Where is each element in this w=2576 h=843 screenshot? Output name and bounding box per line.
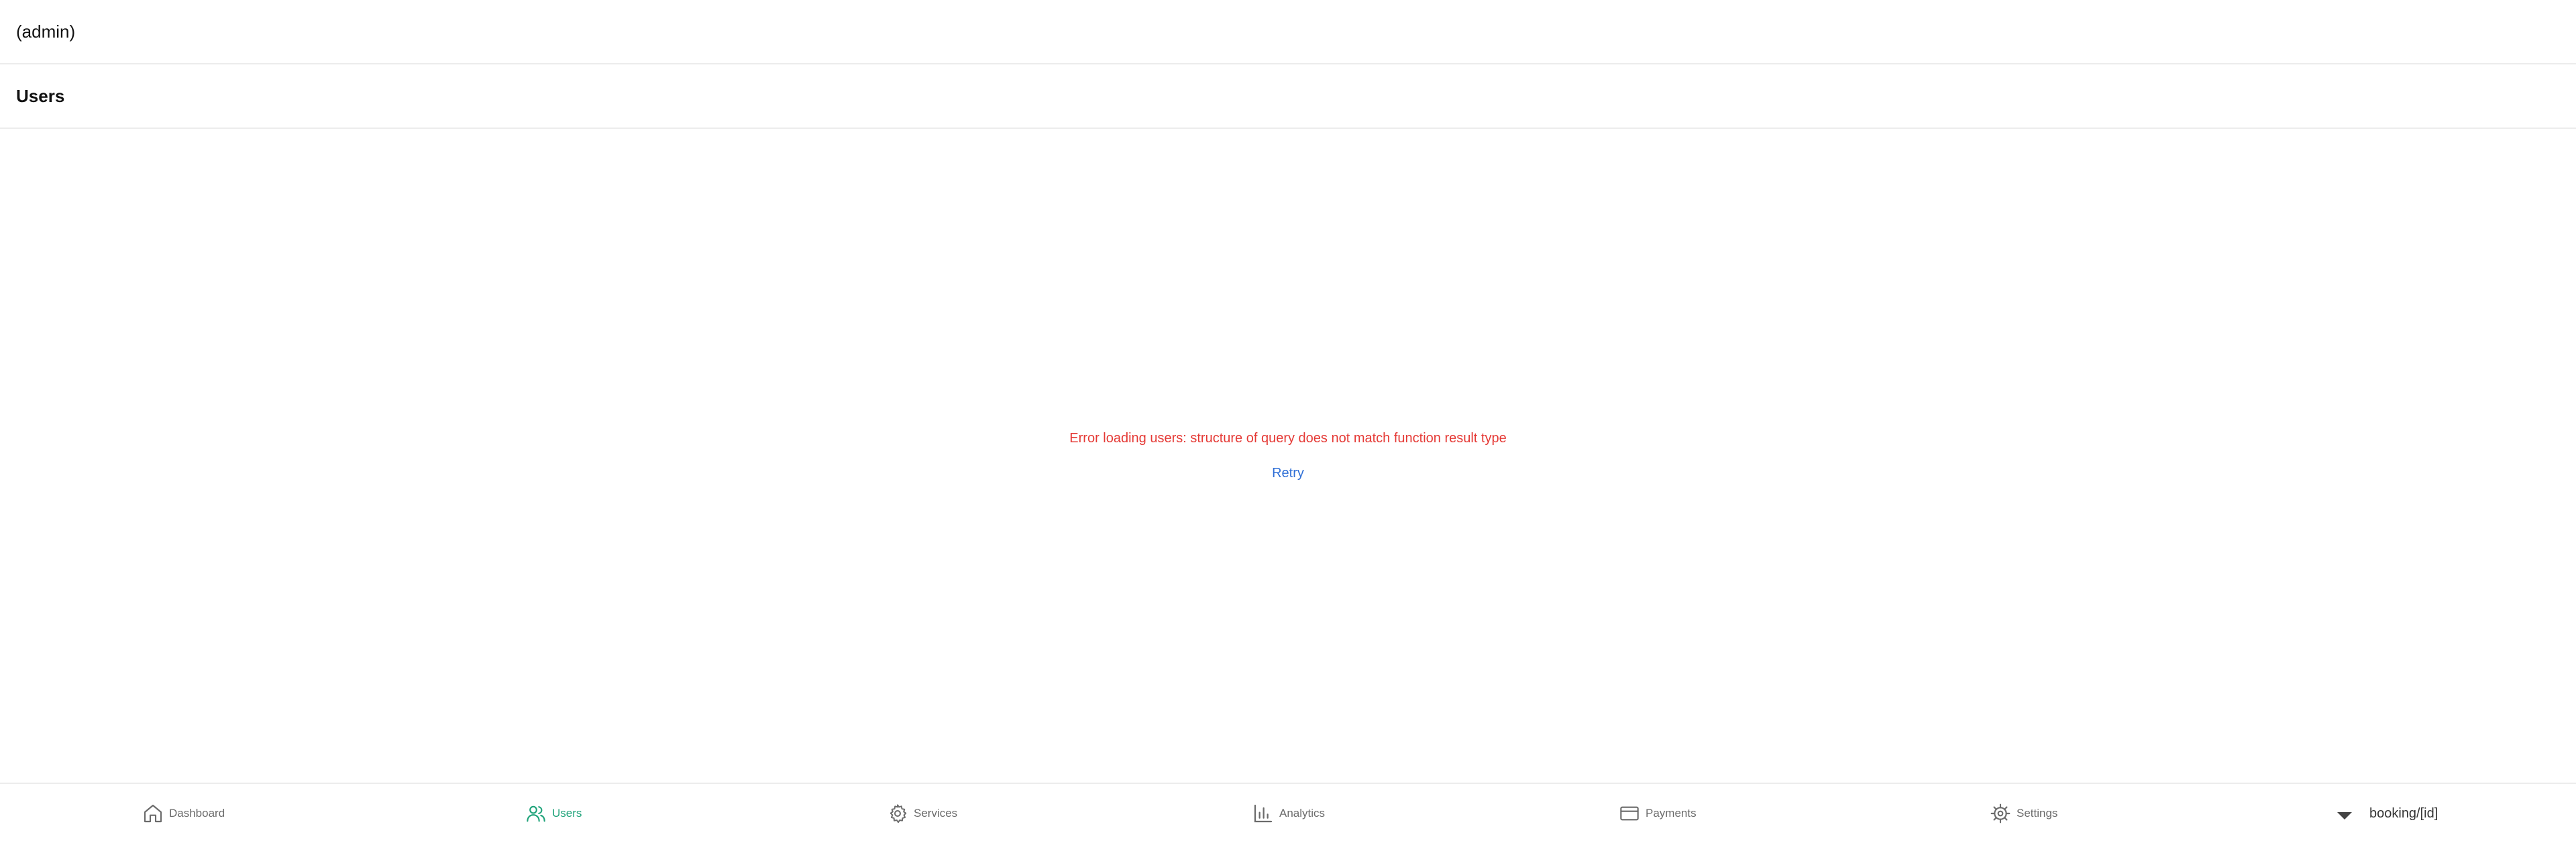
top-header: (admin)	[0, 0, 2576, 64]
error-block: Error loading users: structure of query …	[0, 431, 2576, 481]
tab-label-users: Users	[552, 807, 582, 820]
credit-card-icon	[1619, 803, 1640, 824]
tab-label-services: Services	[914, 807, 958, 820]
tab-payments[interactable]: Payments	[1619, 784, 1697, 843]
tab-more-route[interactable]: booking/[id]	[2337, 784, 2438, 843]
gear-icon	[887, 803, 908, 824]
bottom-tab-bar: Dashboard Users Services Analytics Payme…	[0, 783, 2576, 843]
tab-label-settings: Settings	[2017, 807, 2058, 820]
error-message: Error loading users: structure of query …	[1069, 431, 1507, 446]
tab-more-label: booking/[id]	[2369, 805, 2438, 821]
tab-label-analytics: Analytics	[1279, 807, 1326, 820]
tab-label-dashboard: Dashboard	[169, 807, 225, 820]
tab-analytics[interactable]: Analytics	[1252, 784, 1325, 843]
tab-services[interactable]: Services	[887, 784, 957, 843]
tab-users[interactable]: Users	[525, 784, 582, 843]
app-title: (admin)	[16, 21, 76, 42]
tab-settings[interactable]: Settings	[1990, 784, 2057, 843]
page-header: Users	[0, 64, 2576, 129]
app-root: (admin) Users Error loading users: struc…	[0, 0, 2576, 843]
retry-button[interactable]: Retry	[1272, 466, 1304, 481]
caret-down-icon	[2337, 811, 2352, 820]
page-title: Users	[16, 85, 65, 106]
bar-chart-icon	[1252, 803, 1274, 824]
tab-label-payments: Payments	[1646, 807, 1697, 820]
tab-dashboard[interactable]: Dashboard	[142, 784, 225, 843]
settings-icon	[1990, 803, 2011, 824]
users-icon	[525, 803, 547, 824]
main-content: Error loading users: structure of query …	[0, 129, 2576, 783]
home-icon	[142, 803, 164, 824]
